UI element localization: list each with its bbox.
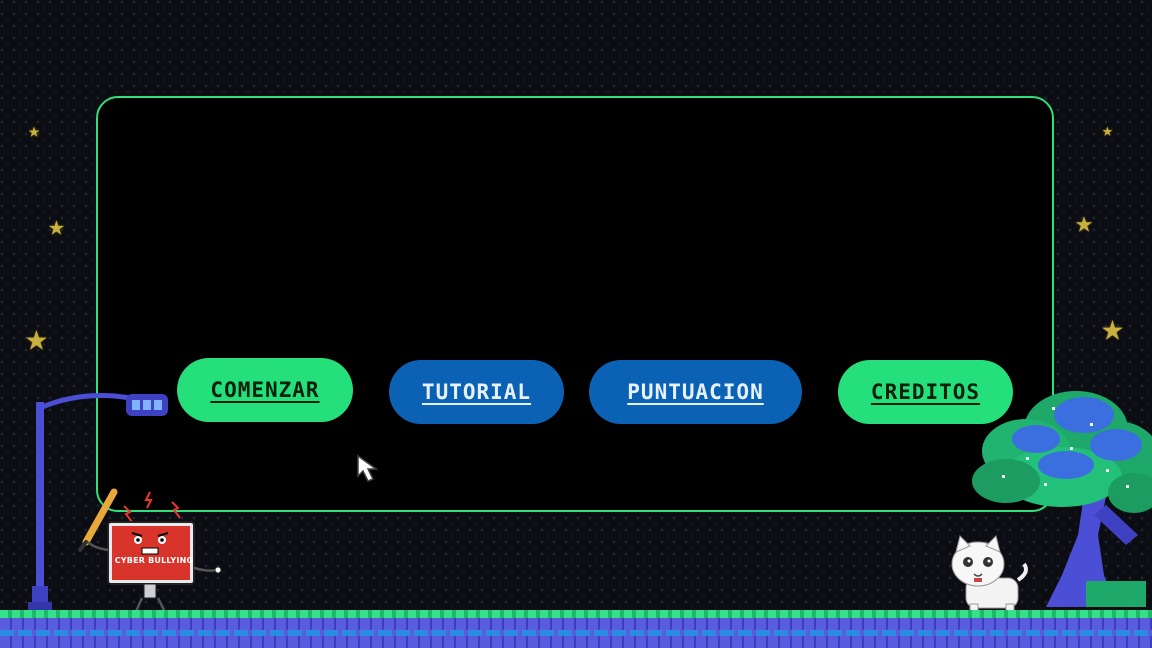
cursor-icon <box>357 454 379 482</box>
star-icon: ★ <box>48 209 65 242</box>
star-icon: ★ <box>1101 305 1124 349</box>
star-icon: ★ <box>1102 120 1113 141</box>
start-button[interactable]: COMENZAR <box>177 358 353 422</box>
star-icon: ★ <box>25 315 48 359</box>
tutorial-button[interactable]: TUTORIAL <box>389 360 564 424</box>
star-icon: ★ <box>28 118 41 142</box>
score-button[interactable]: PUNTUACION <box>589 360 802 424</box>
character-screen-label: CYBER BULLYING <box>114 556 194 565</box>
menu-panel <box>96 96 1054 512</box>
cat-icon <box>951 535 1028 619</box>
star-icon: ★ <box>1075 205 1094 240</box>
game-scene: ★ ★ ★ ★ ★ ★ COMENZAR TUTORIAL PUNTUACION… <box>0 0 1152 648</box>
ground-strip <box>0 610 1152 648</box>
